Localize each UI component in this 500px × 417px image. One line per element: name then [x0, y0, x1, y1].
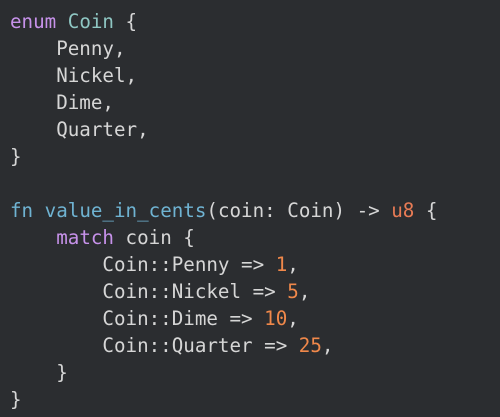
code-token: } — [10, 388, 22, 411]
code-line: Coin::Nickel => 5, — [10, 278, 437, 305]
code-token: Penny, — [10, 37, 126, 60]
code-line: } — [10, 386, 437, 413]
code-line: } — [10, 359, 437, 386]
code-token: , — [321, 334, 334, 357]
code-token: u8 — [391, 199, 415, 222]
code-token: 5 — [287, 280, 299, 303]
code-token: match — [56, 226, 114, 249]
code-line: } — [10, 143, 437, 170]
code-line: Coin::Dime => 10, — [10, 305, 437, 332]
code-line: Dime, — [10, 89, 437, 116]
code-token: Dime, — [10, 91, 114, 114]
code-token: Coin::Penny => — [10, 253, 276, 276]
code-block[interactable]: enum Coin { Penny, Nickel, Dime, Quarter… — [10, 8, 437, 413]
code-line: match coin { — [10, 224, 437, 251]
code-token: 10 — [264, 307, 288, 330]
code-token: fn — [10, 199, 34, 222]
code-token: 1 — [275, 253, 288, 276]
code-line: Coin::Quarter => 25, — [10, 332, 437, 359]
code-token: Nickel, — [10, 64, 138, 87]
code-token: } — [10, 361, 68, 384]
code-token: Coin::Quarter => — [10, 334, 299, 357]
code-token: Coin::Dime => — [10, 307, 265, 330]
code-token: value_in_cents — [44, 199, 207, 222]
code-token: Quarter, — [10, 118, 149, 141]
code-line: Coin::Penny => 1, — [10, 251, 437, 278]
code-token: Coin — [67, 10, 114, 33]
code-token: 25 — [298, 334, 322, 357]
code-token: , — [287, 253, 299, 276]
code-token: , — [298, 280, 311, 303]
code-line: Penny, — [10, 35, 437, 62]
code-token: { — [414, 199, 438, 222]
code-token: Coin::Nickel => — [10, 280, 288, 303]
code-token: coin { — [113, 226, 195, 249]
code-line: Quarter, — [10, 116, 437, 143]
code-line: fn value_in_cents(coin: Coin) -> u8 { — [10, 197, 437, 224]
code-token: } — [10, 145, 22, 168]
code-token: (coin: Coin) -> — [206, 199, 392, 222]
code-token: enum — [10, 10, 57, 33]
code-token: , — [287, 307, 299, 330]
code-line: Nickel, — [10, 62, 437, 89]
code-token: { — [114, 10, 138, 33]
code-editor-panel[interactable]: enum Coin { Penny, Nickel, Dime, Quarter… — [0, 0, 500, 417]
code-line: enum Coin { — [10, 8, 437, 35]
